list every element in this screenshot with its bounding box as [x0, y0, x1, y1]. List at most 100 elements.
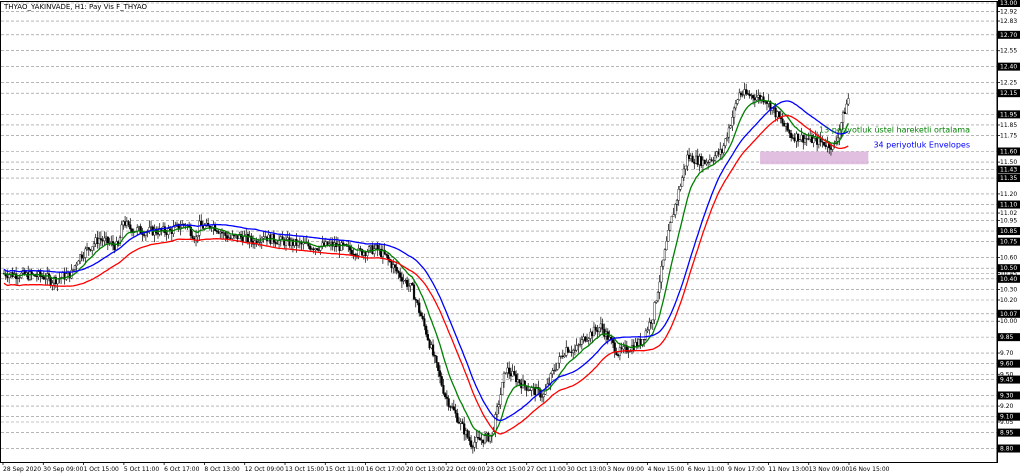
candle-body — [143, 234, 146, 236]
x-tick-label: 9 Nov 17:00 — [728, 466, 765, 473]
candle-body — [663, 249, 666, 261]
candle-body — [310, 248, 314, 250]
candle-body — [755, 96, 758, 101]
candle-body — [843, 111, 846, 114]
candle-body — [573, 349, 577, 351]
x-tick-label: 22 Oct 09:00 — [446, 466, 485, 473]
candle-body — [217, 231, 220, 234]
candle-body — [399, 272, 402, 278]
candle-body — [374, 244, 378, 249]
x-tick-label: 16 Nov 15:00 — [849, 466, 890, 473]
candle-body — [286, 237, 289, 240]
candle-body — [513, 371, 516, 375]
candle-body — [463, 423, 466, 435]
candle-body — [8, 274, 11, 278]
candle-body — [720, 149, 724, 153]
candle-body — [125, 221, 128, 226]
candle-body — [561, 355, 564, 358]
candle-body — [791, 137, 795, 139]
candle-body — [196, 235, 199, 238]
zone-rect — [760, 151, 869, 165]
x-tick-label: 13 Nov 09:00 — [809, 466, 850, 473]
candle-body — [559, 355, 563, 357]
candle-body — [665, 241, 668, 250]
candle-body — [660, 265, 663, 283]
candle-body — [736, 99, 739, 104]
candle-body — [700, 156, 703, 167]
candle-body — [471, 446, 474, 448]
candle-body — [627, 351, 630, 353]
candle-body — [705, 162, 708, 165]
candle-body — [707, 161, 710, 163]
candle-body — [470, 440, 473, 447]
y-tick-label: 10.20 — [1000, 297, 1017, 304]
candle-body — [802, 134, 805, 143]
y-tick-label: 8.80 — [1000, 446, 1014, 453]
candle-body — [786, 123, 789, 131]
candle-body — [402, 280, 405, 282]
y-tick-label: 11.60 — [1000, 149, 1017, 156]
candle-body — [788, 130, 791, 134]
candle-body — [200, 220, 203, 226]
candle-body — [783, 123, 786, 127]
candle-body — [497, 404, 500, 408]
y-tick-label: 12.70 — [1000, 32, 1017, 39]
candle-body — [42, 276, 45, 280]
candle-body — [710, 159, 713, 161]
candle-body — [584, 336, 587, 342]
candle-body — [501, 382, 504, 395]
y-tick-label: 10.40 — [1000, 276, 1017, 283]
x-tick-label: 27 Oct 11:00 — [527, 466, 566, 473]
x-tick-label: 1 Oct 15:00 — [84, 466, 119, 473]
candle-body — [483, 435, 487, 444]
candle-body — [760, 96, 763, 100]
candle-body — [589, 331, 592, 339]
candle-body — [288, 237, 291, 246]
candle-body — [752, 95, 755, 99]
candle-body — [73, 265, 77, 270]
candle-body — [553, 370, 556, 372]
x-tick-label: 15 Oct 11:00 — [325, 466, 364, 473]
candle-body — [679, 186, 682, 190]
candle-body — [94, 237, 97, 245]
y-tick-label: 11.75 — [1000, 133, 1017, 140]
candle-body — [468, 437, 471, 441]
candle-body — [798, 139, 801, 142]
candle-body — [352, 253, 355, 255]
y-tick-label: 11.02 — [1000, 210, 1017, 217]
y-tick-label: 12.92 — [1000, 8, 1017, 15]
candle-body — [845, 103, 848, 114]
candle-body — [575, 345, 578, 351]
y-tick-label: 13.00 — [1000, 0, 1017, 7]
candle-body — [777, 111, 781, 118]
candle-body — [267, 234, 270, 241]
candle-body — [672, 214, 675, 217]
candle-body — [675, 200, 679, 205]
candle-body — [514, 374, 518, 383]
candle-body — [644, 330, 647, 340]
candle-body — [615, 352, 618, 356]
x-tick-label: 11 Nov 13:00 — [768, 466, 809, 473]
candle-body — [812, 138, 815, 143]
candle-body — [215, 230, 218, 232]
candle-body — [27, 272, 30, 280]
candle-body — [684, 165, 687, 170]
candle-body — [551, 370, 554, 375]
candle-body — [518, 379, 521, 384]
candle-body — [781, 118, 784, 124]
x-tick-label: 6 Oct 17:00 — [164, 466, 199, 473]
candle-body — [447, 398, 450, 407]
candle-body — [438, 370, 442, 377]
candle-body — [821, 141, 824, 143]
candle-body — [450, 406, 454, 408]
candle-body — [203, 225, 206, 229]
candle-body — [757, 94, 760, 98]
candle-body — [425, 325, 428, 335]
candle-body — [667, 230, 670, 242]
candle-body — [572, 349, 575, 353]
candle-body — [774, 107, 777, 118]
candle-body — [658, 281, 661, 293]
candle-body — [738, 92, 741, 100]
y-tick-label: 10.00 — [1000, 318, 1017, 325]
candle-body — [457, 422, 461, 424]
